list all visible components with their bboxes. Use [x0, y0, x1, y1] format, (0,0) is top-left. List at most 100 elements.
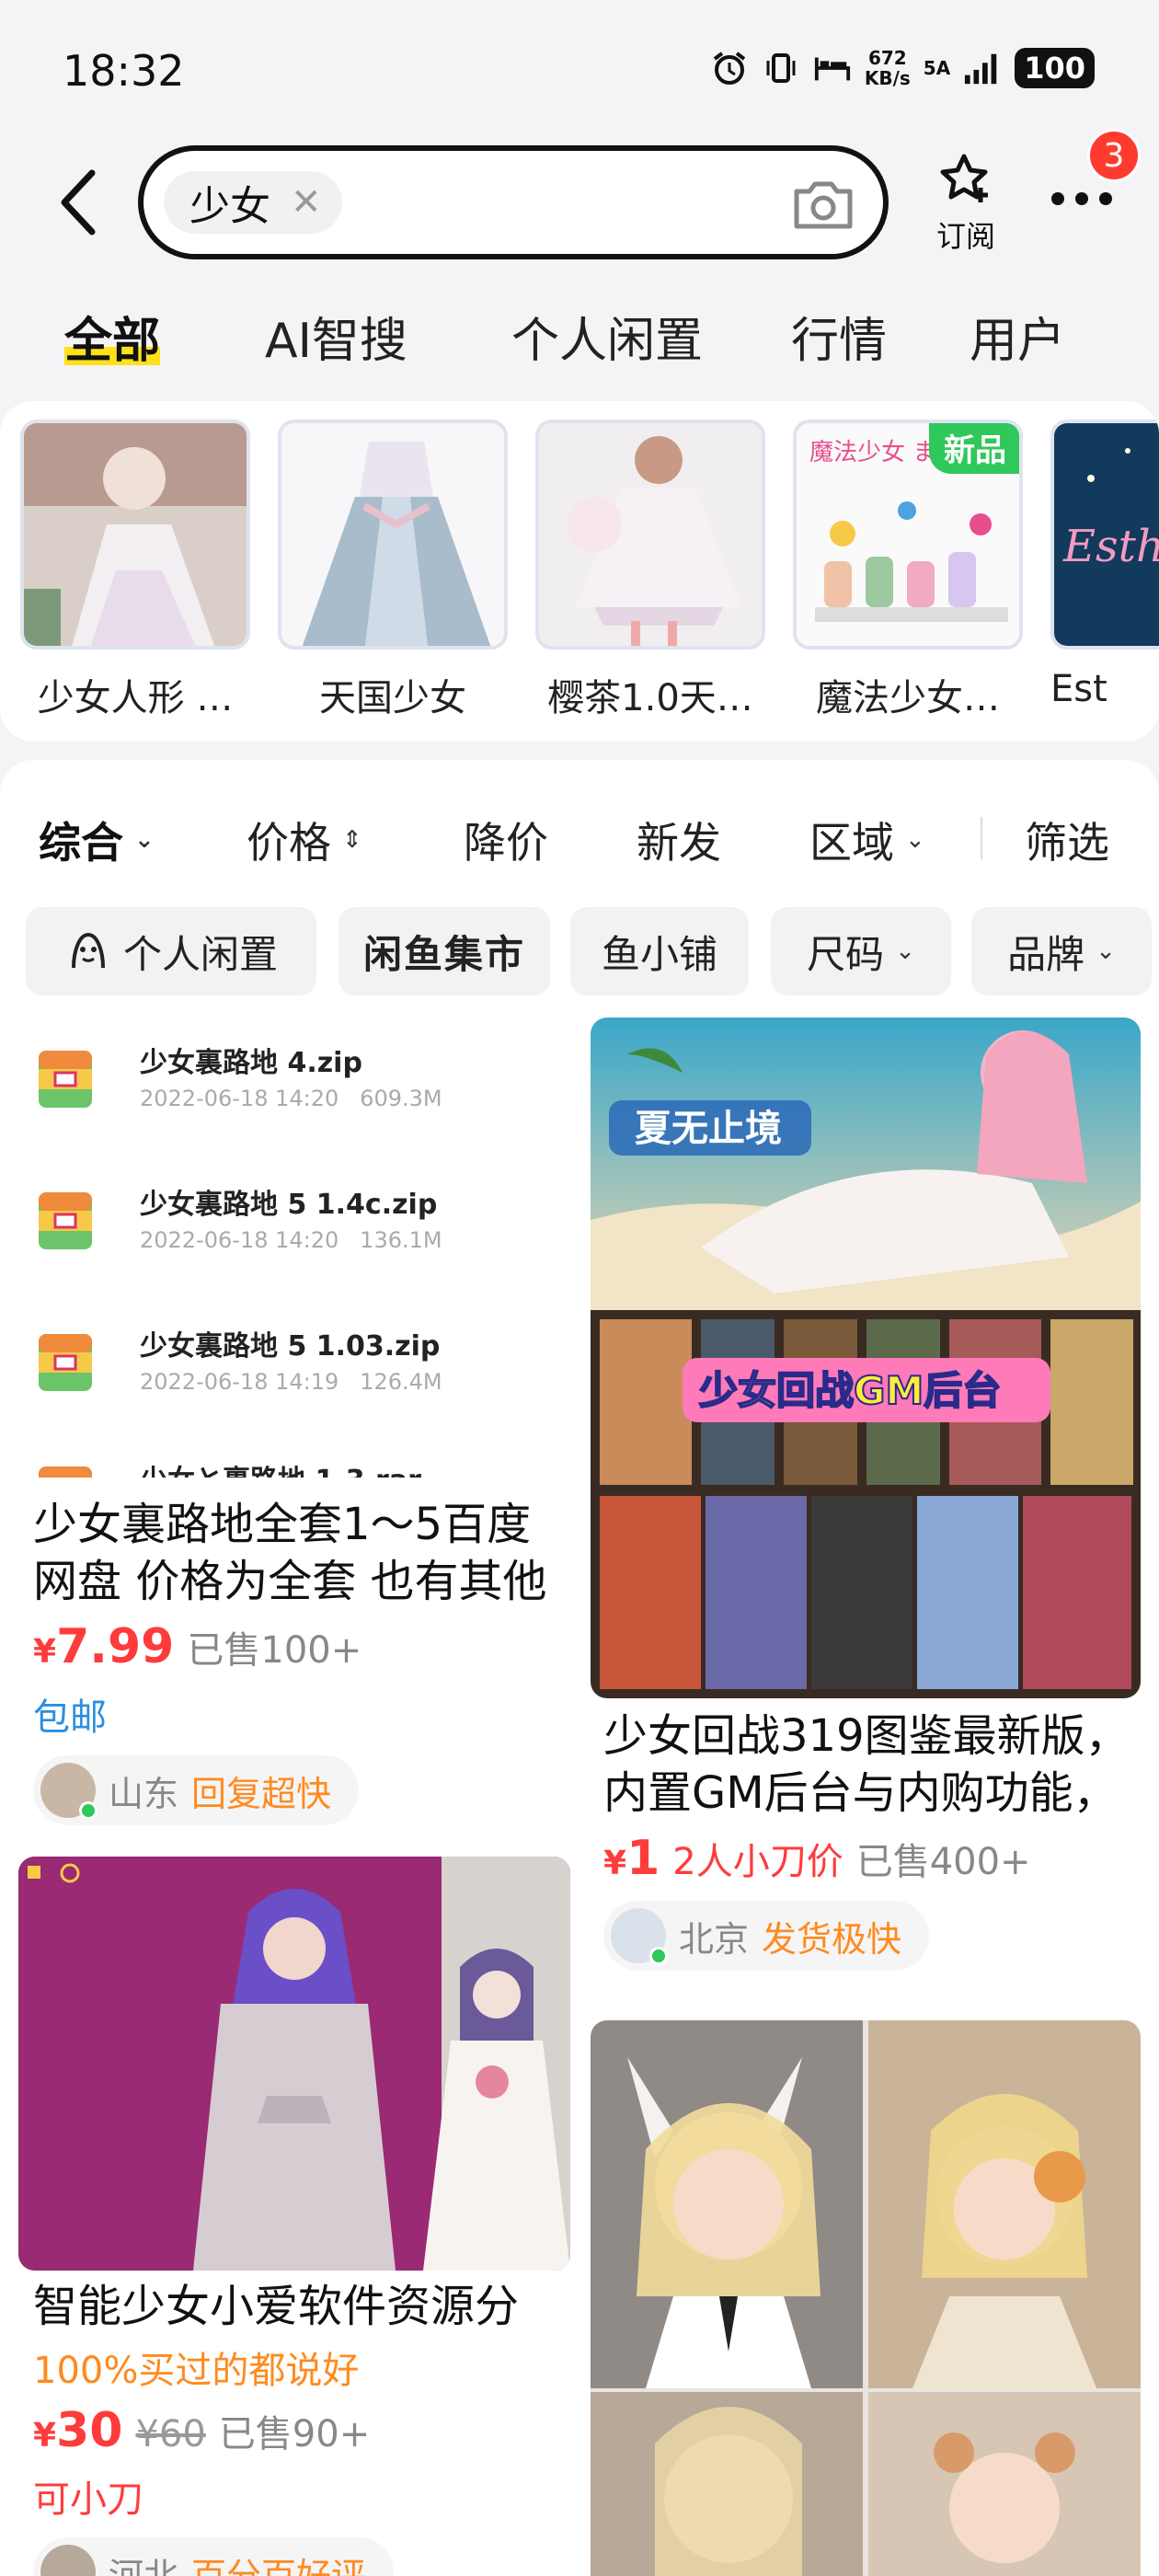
carousel-item[interactable]: 天国少女: [278, 420, 508, 721]
product-info-left2: 智能少女小爱软件资源分 100%买过的都说好 ¥30 ¥60 已售90+ 可小刀…: [33, 2278, 567, 2576]
product-subtitle: 100%买过的都说好: [33, 2350, 360, 2392]
carousel-label: Est: [1050, 668, 1107, 710]
chevron-down-icon: ⌄: [895, 937, 915, 965]
chip-brand[interactable]: 品牌 ⌄: [971, 907, 1152, 995]
sold-count: 已售100+: [187, 1629, 362, 1672]
carousel-image-text: Esthe: [1062, 521, 1159, 572]
camera-icon[interactable]: [791, 177, 855, 232]
carousel-item[interactable]: 魔法少女 まどか 新品 魔法少女…: [793, 420, 1023, 721]
chip-small-shop[interactable]: 鱼小铺: [570, 907, 749, 995]
carousel-image: Esthe: [1050, 420, 1159, 650]
product-card[interactable]: [18, 1857, 570, 2271]
divider: [981, 817, 982, 859]
search-row: 少女 ✕ 订阅: [0, 138, 1159, 267]
file-item: 少女裏路地 4.zip 2022-06-18 14:20 609.3M: [37, 1040, 534, 1150]
carousel-label: 天国少女: [319, 677, 466, 719]
sort-region[interactable]: 区域 ⌄: [809, 810, 925, 870]
sort-comprehensive[interactable]: 综合 ⌄: [39, 810, 155, 870]
bargain-tag: 2人小刀价: [672, 1841, 843, 1883]
sort-newest[interactable]: 新发: [637, 810, 721, 870]
status-bar: 18:32 672 KB/s 5A 100: [0, 0, 1159, 138]
status-time: 18:32: [63, 46, 185, 96]
banner-text: 少女回战GM后台: [699, 1368, 1001, 1413]
sort-price-drop[interactable]: 降价: [464, 810, 548, 870]
zip-file-icon: [39, 1192, 92, 1249]
carousel-image: [20, 420, 250, 650]
product-card[interactable]: 夏无止境 少女回战GM后台: [591, 1018, 1141, 1698]
seller-info[interactable]: 北京 发货极快: [603, 1901, 930, 1971]
search-query-chip[interactable]: 少女 ✕: [164, 171, 342, 234]
zip-file-icon: [39, 1051, 92, 1108]
product-image: [18, 1857, 570, 2271]
product-title: 少女裏路地全套1～5百度 网盘 价格为全套 也有其他: [33, 1499, 547, 1607]
fish-face-icon: [71, 932, 105, 969]
tab-all[interactable]: 全部: [64, 302, 161, 371]
product-title: 智能少女小爱软件资源分: [33, 2281, 520, 2332]
search-query-text: 少女: [189, 183, 270, 230]
seller-info[interactable]: 河北 百分百好评: [33, 2537, 395, 2576]
clear-query-icon[interactable]: ✕: [291, 181, 322, 224]
filter-chips: 个人闲置 闲鱼集市 鱼小铺 尺码 ⌄ 品牌 ⌄: [0, 907, 1159, 999]
search-input[interactable]: 少女 ✕: [138, 145, 889, 259]
chevron-down-icon: ⌄: [134, 826, 155, 854]
product-title: 少女回战319图鉴最新版， 内置GM后台与内购功能，: [603, 1710, 1130, 1819]
banner-text: 夏无止境: [635, 1108, 782, 1150]
category-tabs: 全部 AI智搜 个人闲置 行情 用户: [0, 293, 1159, 375]
subscribe-label: 订阅: [935, 219, 995, 254]
carousel-item[interactable]: 樱茶1.0天…: [535, 420, 765, 721]
seller-tag: 百分百好评: [191, 2555, 367, 2576]
chip-xianyu-market[interactable]: 闲鱼集市: [339, 907, 550, 995]
product-image: [591, 2020, 1141, 2576]
file-name: 少女裏路地 5 1.4c.zip: [140, 1189, 438, 1221]
product-price: ¥30: [33, 2403, 123, 2458]
carousel-label: 魔法少女…: [816, 677, 1000, 719]
price-row: ¥1 2人小刀价 已售400+: [603, 1831, 1137, 1886]
related-products-carousel: 少女人形 … 天国少女 樱茶1.0天… 魔法少女 まどか 新品 魔法少女… Es…: [0, 401, 1159, 742]
carousel-image: 魔法少女 まどか 新品: [793, 420, 1023, 650]
back-button[interactable]: [52, 166, 107, 239]
seller-tag: 发货极快: [762, 1918, 902, 1960]
product-info-right1: 少女回战319图鉴最新版， 内置GM后台与内购功能， ¥1 2人小刀价 已售400…: [603, 1708, 1137, 1971]
carousel-image: [278, 420, 508, 650]
chip-personal-idle[interactable]: 个人闲置: [26, 907, 316, 995]
file-name: 少女裏路地 4.zip: [140, 1047, 362, 1079]
file-meta: 2022-06-18 14:20 609.3M: [140, 1086, 442, 1111]
sold-count: 已售90+: [218, 2413, 371, 2455]
product-price: ¥7.99: [33, 1619, 175, 1674]
product-image: 夏无止境 少女回战GM后台: [591, 1018, 1141, 1698]
file-meta: 2022-06-18 14:20 136.1M: [140, 1227, 442, 1253]
tab-market[interactable]: 行情: [791, 302, 887, 371]
sort-price[interactable]: 价格 ⇕: [247, 810, 362, 870]
sort-bar: 综合 ⌄ 价格 ⇕ 降价 新发 区域 ⌄ 筛选: [0, 778, 1159, 880]
tab-users[interactable]: 用户: [970, 302, 1065, 371]
chip-size[interactable]: 尺码 ⌄: [771, 907, 951, 995]
seller-location: 山东: [109, 1773, 179, 1814]
filter-button[interactable]: 筛选: [1025, 810, 1109, 870]
new-product-badge: 新品: [929, 423, 1019, 474]
file-item: 少女裏路地 5 1.4c.zip 2022-06-18 14:20 136.1M: [37, 1181, 534, 1292]
bed-icon: [813, 49, 852, 87]
chevron-down-icon: ⌄: [1096, 937, 1116, 965]
status-icons: 672 KB/s 5A 100: [710, 48, 1095, 88]
carousel-item[interactable]: Esthe Est: [1050, 420, 1159, 710]
notification-badge: 3: [1087, 129, 1141, 182]
carousel-image: [535, 420, 765, 650]
tab-ai-search[interactable]: AI智搜: [265, 302, 407, 371]
carousel-label: 樱茶1.0天…: [547, 677, 753, 719]
sold-count: 已售400+: [855, 1841, 1031, 1883]
signal-icon: [963, 49, 1002, 87]
price-row: ¥7.99 已售100+: [33, 1619, 567, 1674]
star-plus-icon: [940, 154, 988, 202]
battery-indicator: 100: [1015, 48, 1095, 88]
avatar: [611, 1908, 668, 1965]
carousel-item[interactable]: 少女人形 …: [20, 420, 250, 721]
product-price: ¥1: [603, 1831, 660, 1886]
product-card[interactable]: [591, 2020, 1141, 2576]
subscribe-button[interactable]: 订阅: [929, 151, 1003, 261]
vibrate-icon: [762, 49, 800, 87]
free-shipping-tag: 包邮: [33, 1696, 107, 1739]
tab-personal-idle[interactable]: 个人闲置: [511, 302, 703, 371]
seller-info[interactable]: 山东 回复超快: [33, 1755, 360, 1825]
network-speed: 672 KB/s: [864, 47, 911, 89]
signal-label: 5A: [923, 57, 951, 79]
